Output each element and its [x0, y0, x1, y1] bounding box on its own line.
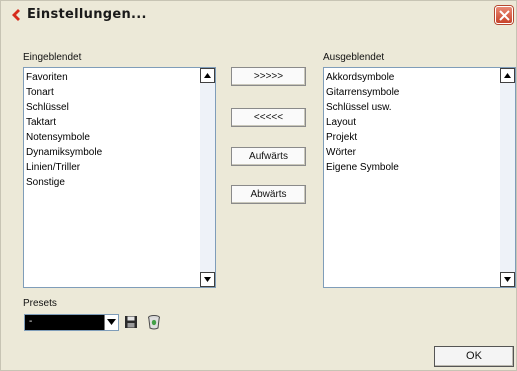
show-all-button[interactable]: >>>>> [231, 67, 306, 86]
visible-list-items: Favoriten Tonart Schlüssel Taktart Notensymb… [26, 70, 102, 190]
list-item[interactable]: Favoriten [26, 70, 102, 85]
window-title: Einstellungen... [27, 7, 147, 22]
visible-list-scrollbar[interactable] [200, 68, 215, 287]
hidden-list-label: Ausgeblendet [323, 52, 385, 63]
scroll-up-button[interactable] [200, 68, 215, 83]
title-bar: Einstellungen... [1, 1, 516, 29]
list-item[interactable]: Linien/Triller [26, 160, 102, 175]
list-item[interactable]: Notensymbole [26, 130, 102, 145]
list-item[interactable]: Akkordsymbole [326, 70, 399, 85]
chevron-down-icon [107, 319, 116, 325]
list-item[interactable]: Schlüssel usw. [326, 100, 399, 115]
ok-button[interactable]: OK [434, 346, 514, 367]
list-item[interactable]: Schlüssel [26, 100, 102, 115]
delete-preset-button[interactable] [147, 314, 161, 335]
chevron-down-icon [204, 277, 211, 282]
list-item[interactable]: Taktart [26, 115, 102, 130]
move-down-button[interactable]: Abwärts [231, 185, 306, 204]
save-icon [125, 316, 137, 328]
hide-all-button[interactable]: <<<<< [231, 108, 306, 127]
list-item[interactable]: Projekt [326, 130, 399, 145]
save-preset-button[interactable] [124, 315, 138, 334]
hidden-list-items: Akkordsymbole Gitarrensymbole Schlüssel us… [326, 70, 399, 175]
presets-label: Presets [23, 298, 57, 309]
list-item[interactable]: Sonstige [26, 175, 102, 190]
chevron-up-icon [504, 73, 511, 78]
chevron-up-icon [204, 73, 211, 78]
visible-list-label: Eingeblendet [23, 52, 82, 63]
presets-select[interactable]: - [24, 314, 119, 331]
scroll-down-button[interactable] [200, 272, 215, 287]
list-item[interactable]: Dynamiksymbole [26, 145, 102, 160]
list-item[interactable]: Tonart [26, 85, 102, 100]
settings-dialog: Einstellungen... Eingeblendet Favoriten T… [0, 0, 517, 371]
cubase-logo-icon [9, 8, 23, 22]
hidden-list-scrollbar[interactable] [500, 68, 515, 287]
hidden-list[interactable]: Akkordsymbole Gitarrensymbole Schlüssel us… [323, 67, 516, 288]
close-icon [499, 10, 510, 21]
trash-icon [148, 315, 160, 330]
presets-value: - [29, 316, 33, 327]
close-button[interactable] [495, 6, 513, 24]
list-item[interactable]: Eigene Symbole [326, 160, 399, 175]
chevron-down-icon [504, 277, 511, 282]
scroll-down-button[interactable] [500, 272, 515, 287]
list-item[interactable]: Wörter [326, 145, 399, 160]
move-up-button[interactable]: Aufwärts [231, 147, 306, 166]
list-item[interactable]: Layout [326, 115, 399, 130]
presets-dropdown-button[interactable] [104, 315, 118, 330]
scroll-up-button[interactable] [500, 68, 515, 83]
visible-list[interactable]: Favoriten Tonart Schlüssel Taktart Notensymb… [23, 67, 216, 288]
list-item[interactable]: Gitarrensymbole [326, 85, 399, 100]
